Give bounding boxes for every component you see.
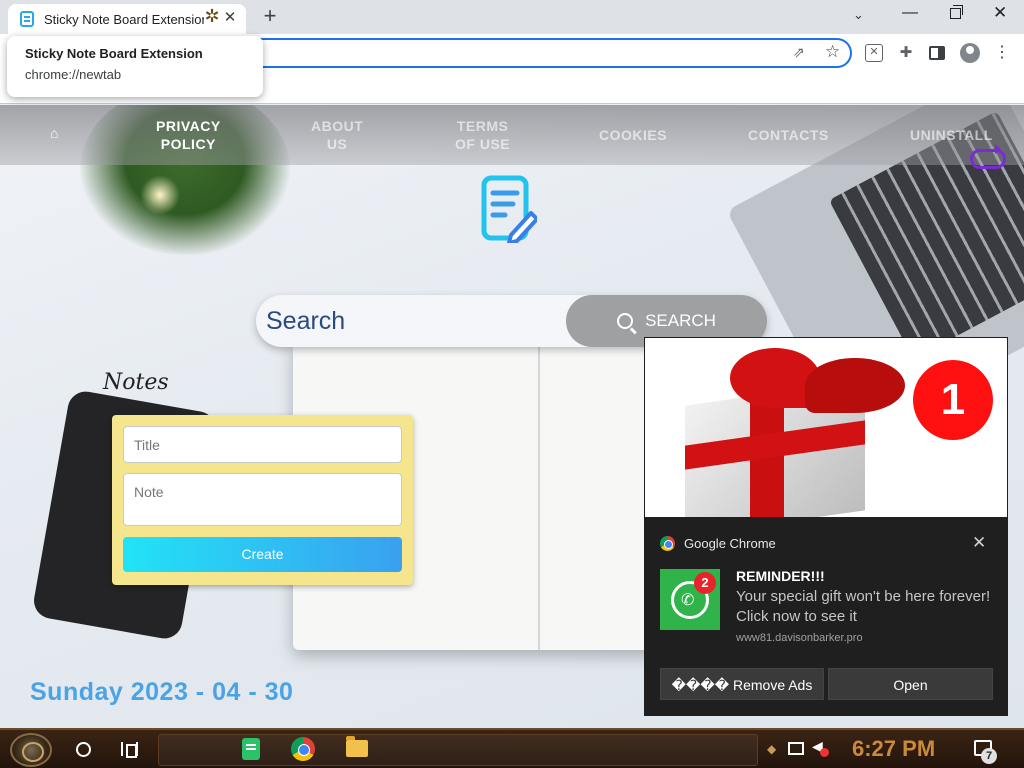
search-icon[interactable] [76,742,91,757]
task-view-icon[interactable] [121,742,138,758]
current-date: Sunday 2023 - 04 - 30 [30,678,294,706]
minimize-icon[interactable]: — [902,4,918,22]
hover-card-title: Sticky Note Board Extension [25,46,203,61]
puzzle-icon[interactable]: ✚ [897,44,915,62]
chrome-app-icon[interactable] [291,737,315,761]
chevron-up-icon[interactable]: ◆ [767,742,776,756]
nav-bar [0,105,1024,165]
gift-image[interactable]: 1 [645,338,1007,517]
nav-privacy-policy[interactable]: PRIVACY POLICY [156,117,221,153]
start-button[interactable] [10,733,52,767]
tab-title: Sticky Note Board Extension [44,11,204,27]
hover-card-url: chrome://newtab [25,67,122,82]
sticky-notes-app-icon[interactable] [242,738,260,760]
create-note-button[interactable]: Create [123,537,402,572]
tab-sticky-note[interactable]: Sticky Note Board Extension ✲ ✕ [8,4,246,34]
nav-about-us[interactable]: ABOUT US [311,117,363,153]
search-input[interactable]: Search [266,307,345,336]
search-button-label: SEARCH [645,311,716,330]
side-panel-icon[interactable] [929,46,945,60]
close-icon[interactable]: ✕ [972,533,986,553]
mute-indicator [820,748,829,757]
nav-uninstall[interactable]: UNINSTALL [910,126,993,144]
notification-count-badge: 7 [981,748,997,764]
remove-ads-button[interactable]: ���� Remove Ads [660,668,824,700]
chevron-down-icon[interactable]: ⌄ [853,7,864,23]
window-close-icon[interactable]: ✕ [993,3,1007,23]
nav-terms-of-use[interactable]: TERMS OF USE [455,117,510,153]
home-icon[interactable]: ⌂ [50,125,58,141]
light-glow [140,175,180,215]
phone-icon: ✆ [681,592,695,609]
more-menu-icon[interactable]: ⋮ [993,44,1011,62]
bug-icon: ✲ [204,6,220,26]
notes-card: Title Note Create [112,415,413,585]
notification-header: Google Chrome [660,536,776,551]
note-body-textarea[interactable]: Note [123,473,402,526]
close-icon[interactable]: ✕ [222,10,238,26]
chrome-notification[interactable]: 1 Google Chrome ✕ ✆ 2 REMINDER!!! Your s… [644,337,1008,716]
sync-icon[interactable] [970,144,1006,169]
taskbar-clock[interactable]: 6:27 PM [852,736,935,762]
profile-icon[interactable] [960,43,980,63]
notification-body: Your special gift won't be here forever!… [736,588,991,625]
tab-strip: Sticky Note Board Extension ✲ ✕ + ⌄ — ✕ [0,0,1024,34]
network-icon[interactable] [788,742,804,755]
star-icon[interactable]: ☆ [825,42,840,62]
folder-icon[interactable] [346,736,368,757]
new-tab-button[interactable]: + [259,5,281,27]
whatsapp-badge: 2 [694,572,716,594]
taskbar: ◆ ◀ 6:27 PM 7 [0,728,1024,768]
notification-title: REMINDER!!! [736,568,825,584]
notification-source: www81.davisonbarker.pro [736,632,863,644]
chrome-icon [660,536,675,551]
sticky-note-logo-icon [481,175,537,243]
note-title-input[interactable]: Title [123,426,402,463]
share-icon[interactable]: ⇗ [793,44,805,61]
open-button[interactable]: Open [828,668,993,700]
restore-icon[interactable] [950,5,963,19]
notification-app-name: Google Chrome [684,536,776,551]
address-bar[interactable] [250,38,852,68]
gift-badge: 1 [913,360,993,440]
notes-heading: Notes [103,370,169,395]
tab-hover-card: Sticky Note Board Extension chrome://new… [7,36,263,97]
nav-contacts[interactable]: CONTACTS [748,126,829,144]
bow-right [805,358,905,413]
note-icon [20,11,34,27]
search-icon [617,313,634,329]
extension-x-icon[interactable]: ✕ [865,44,883,62]
whatsapp-icon: ✆ 2 [660,569,720,630]
nav-cookies[interactable]: COOKIES [599,126,667,144]
